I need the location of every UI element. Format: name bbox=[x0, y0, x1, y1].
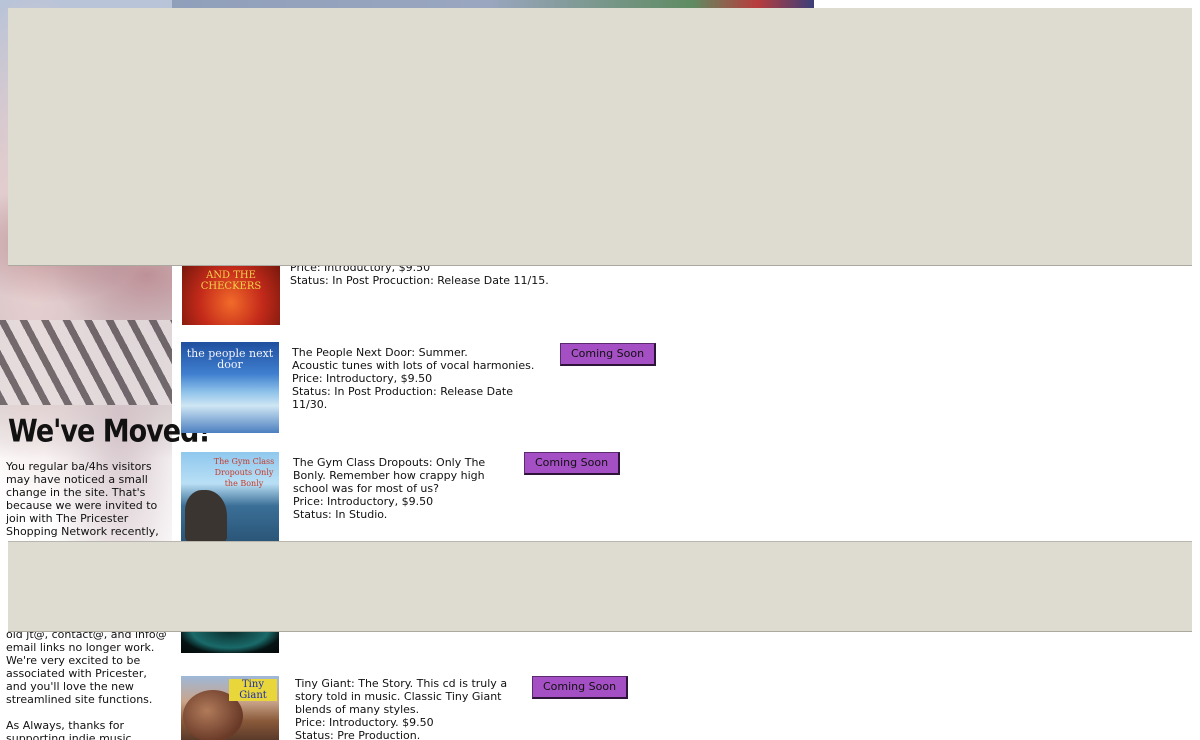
album-cover[interactable] bbox=[181, 630, 279, 653]
product-price: Price: Introductory, $9.50 bbox=[293, 495, 434, 508]
product-price: Price: Introductory, $9.50 bbox=[292, 372, 433, 385]
coming-soon-button[interactable]: Coming Soon bbox=[524, 452, 621, 475]
piano-keys-image bbox=[0, 320, 172, 405]
coming-soon-button[interactable]: Coming Soon bbox=[532, 676, 629, 699]
product-summary: blends of many styles. bbox=[295, 703, 420, 716]
moved-heading: We've Moved! bbox=[8, 414, 211, 450]
coming-soon-button[interactable]: Coming Soon bbox=[560, 343, 657, 366]
moved-paragraph: You regular ba/4hs visitors may have not… bbox=[6, 460, 159, 538]
album-cover[interactable]: The Gym Class Dropouts Only the Bonly bbox=[181, 452, 279, 542]
product-status: Status: In Post Procuction: Release Date… bbox=[290, 274, 549, 287]
product-description: Tiny Giant: The Story. This cd is truly … bbox=[295, 677, 535, 740]
overlay-panel bbox=[8, 8, 1192, 266]
album-cover-title: Tiny Giant bbox=[229, 679, 277, 701]
album-cover-title: The Gym Class Dropouts Only the Bonly bbox=[213, 457, 275, 488]
product-title: The Gym Class Dropouts: Only The bbox=[293, 456, 486, 469]
album-cover-title: AND THE CHECKERS bbox=[200, 270, 262, 292]
overlay-panel bbox=[8, 541, 1192, 632]
album-cover-title: the people next door bbox=[186, 347, 274, 371]
moved-paragraph: As Always, thanks for supporting indie m… bbox=[6, 719, 136, 740]
product-price: Price: Introductory. $9.50 bbox=[295, 716, 434, 729]
product-status: Status: In Studio. bbox=[293, 508, 388, 521]
product-summary: story told in music. Classic Tiny Giant bbox=[295, 690, 502, 703]
product-status: 11/30. bbox=[292, 398, 328, 411]
product-summary: Acoustic tunes with lots of vocal harmon… bbox=[292, 359, 535, 372]
moved-notice: You regular ba/4hs visitors may have not… bbox=[6, 460, 170, 551]
product-title: Tiny Giant: The Story. This cd is truly … bbox=[295, 677, 508, 690]
product-summary: school was for most of us? bbox=[293, 482, 439, 495]
product-status: Status: In Post Production: Release Date bbox=[292, 385, 513, 398]
product-summary: Bonly. Remember how crappy high bbox=[293, 469, 485, 482]
moved-notice-continued: old jt@, contact@, and info@ email links… bbox=[6, 628, 170, 740]
product-status: Status: Pre Production. bbox=[295, 729, 421, 740]
product-title: The People Next Door: Summer. bbox=[292, 346, 468, 359]
album-cover[interactable]: the people next door bbox=[181, 342, 279, 433]
product-description: The Gym Class Dropouts: Only The Bonly. … bbox=[293, 456, 513, 521]
rock-image bbox=[185, 490, 227, 542]
album-cover[interactable]: Tiny Giant bbox=[181, 676, 279, 740]
page: We've Moved! You regular ba/4hs visitors… bbox=[0, 0, 1200, 740]
moved-paragraph: old jt@, contact@, and info@ email links… bbox=[6, 628, 167, 706]
product-description: The People Next Door: Summer. Acoustic t… bbox=[292, 346, 542, 411]
